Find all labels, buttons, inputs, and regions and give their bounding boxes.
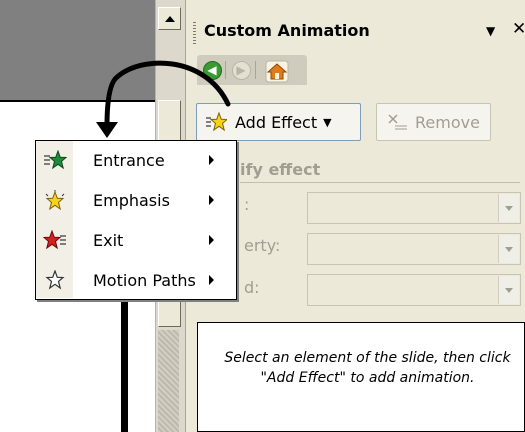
motion-path-star-icon	[44, 270, 65, 290]
pane-menu-dropdown-icon[interactable]: ▼	[486, 24, 495, 38]
modify-effect-heading: ify effect	[240, 160, 321, 179]
back-button[interactable]: ◀	[201, 59, 223, 81]
emphasis-star-icon	[45, 190, 64, 210]
start-dropdown[interactable]	[307, 192, 521, 224]
add-effect-button[interactable]: Add Effect ▼	[196, 103, 361, 141]
slide-canvas-gray	[0, 0, 155, 102]
up-arrow-icon	[164, 15, 175, 22]
menu-item-exit[interactable]: Exit	[36, 221, 236, 259]
add-effect-label: Add Effect	[235, 112, 318, 132]
scroll-up-button[interactable]	[158, 7, 181, 30]
property-label: erty:	[244, 236, 281, 255]
menu-item-emphasis[interactable]: Emphasis	[36, 181, 236, 219]
exit-star-icon	[42, 230, 66, 250]
nav-separator	[225, 61, 226, 79]
back-arrow-icon: ◀	[202, 60, 222, 80]
menu-item-motion-paths[interactable]: Motion Paths	[36, 261, 236, 299]
home-button[interactable]	[262, 58, 292, 84]
speed-label: d:	[244, 278, 260, 297]
property-dropdown[interactable]	[307, 233, 521, 265]
pane-title: Custom Animation	[204, 21, 370, 40]
remove-button[interactable]: Remove	[376, 103, 491, 141]
forward-button[interactable]: ▶	[230, 59, 252, 81]
menu-item-label: Emphasis	[93, 190, 170, 210]
pane-grip-handle[interactable]	[193, 22, 196, 44]
menu-item-label: Exit	[93, 230, 124, 250]
submenu-arrow-icon	[209, 235, 214, 245]
speed-dropdown[interactable]	[307, 274, 521, 306]
close-icon[interactable]: ✕	[512, 19, 525, 39]
add-effect-star-icon	[206, 111, 227, 132]
menu-item-label: Entrance	[93, 150, 165, 170]
section-divider	[240, 182, 520, 183]
property-dropdown-button[interactable]	[498, 235, 519, 263]
submenu-arrow-icon	[209, 275, 214, 285]
chevron-down-icon	[505, 246, 513, 252]
speed-dropdown-button[interactable]	[498, 276, 519, 304]
chevron-down-icon	[505, 205, 513, 211]
chevron-down-icon: ▼	[323, 115, 332, 129]
menu-item-label: Motion Paths	[93, 270, 196, 290]
start-label: :	[244, 195, 250, 214]
remove-label: Remove	[415, 112, 480, 132]
entrance-star-icon	[43, 150, 67, 170]
forward-arrow-icon: ▶	[231, 60, 251, 80]
menu-item-entrance[interactable]: Entrance	[36, 141, 236, 179]
scroll-track[interactable]	[158, 330, 179, 432]
home-icon	[265, 60, 289, 83]
animation-list-hint: Select an element of the slide, then cli…	[224, 350, 511, 386]
nav-separator	[255, 61, 256, 79]
slide-shape-edge	[121, 292, 128, 432]
submenu-arrow-icon	[209, 155, 214, 165]
remove-effect-icon	[388, 114, 407, 130]
start-dropdown-button[interactable]	[498, 194, 519, 222]
slide-divider	[0, 100, 155, 102]
submenu-arrow-icon	[209, 195, 214, 205]
chevron-down-icon	[505, 287, 513, 293]
